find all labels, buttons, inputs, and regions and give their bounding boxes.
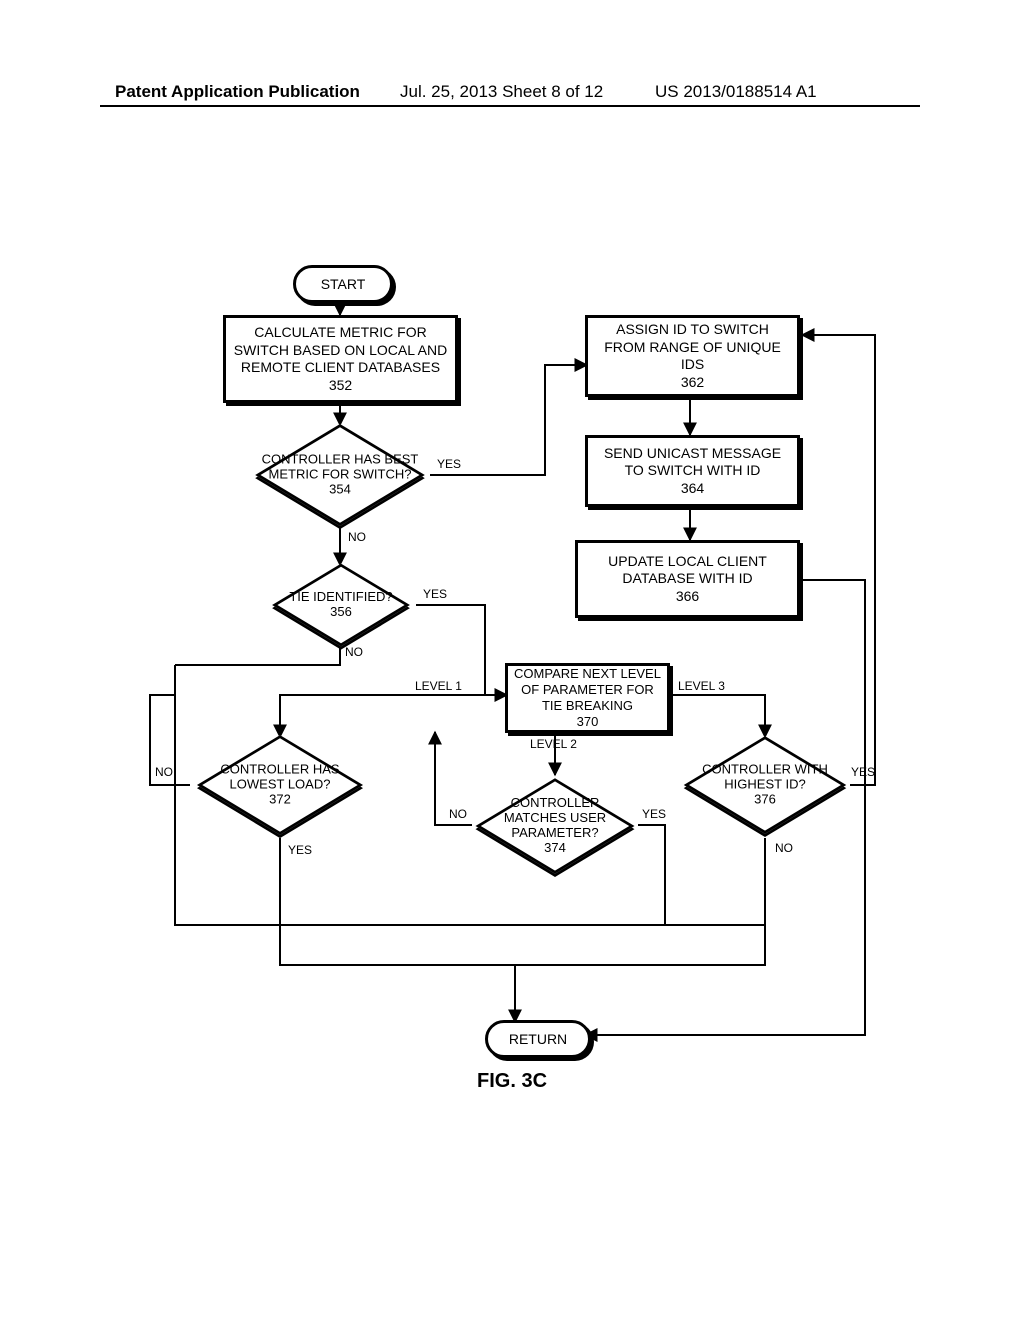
- label-level3: LEVEL 3: [678, 679, 725, 693]
- process-364-num: 364: [681, 480, 704, 498]
- hdr-rule: [100, 105, 920, 107]
- decision-376-num: 376: [754, 791, 776, 806]
- figure-caption: FIG. 3C: [477, 1070, 547, 1093]
- label-376-yes: YES: [851, 765, 875, 779]
- process-366: UPDATE LOCAL CLIENT DATABASE WITH ID 366: [575, 540, 800, 618]
- decision-354-num: 354: [329, 481, 351, 496]
- decision-354-text: CONTROLLER HAS BEST METRIC FOR SWITCH?: [262, 452, 419, 482]
- terminator-start: START: [293, 265, 393, 303]
- flowchart: START CALCULATE METRIC FOR SWITCH BASED …: [115, 265, 885, 1095]
- label-374-yes: YES: [642, 807, 666, 821]
- decision-372: CONTROLLER HAS LOWEST LOAD? 372: [190, 735, 370, 835]
- decision-356-text: TIE IDENTIFIED?: [289, 589, 392, 604]
- hdr-center: Jul. 25, 2013 Sheet 8 of 12: [400, 82, 603, 102]
- decision-356-num: 356: [330, 604, 352, 619]
- decision-374-text: CONTROLLER MATCHES USER PARAMETER?: [504, 795, 606, 840]
- process-364: SEND UNICAST MESSAGE TO SWITCH WITH ID 3…: [585, 435, 800, 507]
- decision-372-num: 372: [269, 791, 291, 806]
- process-362-num: 362: [681, 374, 704, 392]
- decision-374-num: 374: [544, 840, 566, 855]
- label-376-no: NO: [775, 841, 793, 855]
- label-372-yes: YES: [288, 843, 312, 857]
- decision-356: TIE IDENTIFIED? 356: [265, 565, 417, 645]
- label-356-no: NO: [345, 645, 363, 659]
- process-362-text: ASSIGN ID TO SWITCH FROM RANGE OF UNIQUE…: [594, 321, 791, 374]
- label-356-yes: YES: [423, 587, 447, 601]
- process-366-text: UPDATE LOCAL CLIENT DATABASE WITH ID: [584, 553, 791, 588]
- label-372-no: NO: [155, 765, 173, 779]
- label-level2: LEVEL 2: [530, 737, 577, 751]
- process-366-num: 366: [676, 588, 699, 606]
- hdr-right: US 2013/0188514 A1: [655, 82, 817, 102]
- decision-372-text: CONTROLLER HAS LOWEST LOAD?: [220, 762, 339, 792]
- label-354-yes: YES: [437, 457, 461, 471]
- process-352: CALCULATE METRIC FOR SWITCH BASED ON LOC…: [223, 315, 458, 403]
- label-354-no: NO: [348, 530, 366, 544]
- process-362: ASSIGN ID TO SWITCH FROM RANGE OF UNIQUE…: [585, 315, 800, 397]
- process-370-text: COMPARE NEXT LEVEL OF PARAMETER FOR TIE …: [514, 666, 661, 715]
- process-352-num: 352: [329, 377, 352, 395]
- process-370-num: 370: [577, 714, 599, 730]
- label-level1: LEVEL 1: [415, 679, 462, 693]
- decision-376: CONTROLLER WITH HIGHEST ID? 376: [680, 735, 850, 835]
- terminator-return: RETURN: [485, 1020, 591, 1058]
- process-364-text: SEND UNICAST MESSAGE TO SWITCH WITH ID: [594, 445, 791, 480]
- hdr-left: Patent Application Publication: [115, 82, 360, 102]
- decision-376-text: CONTROLLER WITH HIGHEST ID?: [702, 762, 828, 792]
- decision-354: CONTROLLER HAS BEST METRIC FOR SWITCH? 3…: [250, 425, 430, 525]
- label-374-no: NO: [449, 807, 467, 821]
- process-370: COMPARE NEXT LEVEL OF PARAMETER FOR TIE …: [505, 663, 670, 733]
- terminator-start-text: START: [321, 276, 366, 292]
- process-352-text: CALCULATE METRIC FOR SWITCH BASED ON LOC…: [232, 324, 449, 377]
- decision-374: CONTROLLER MATCHES USER PARAMETER? 374: [472, 775, 638, 877]
- terminator-return-text: RETURN: [509, 1031, 567, 1047]
